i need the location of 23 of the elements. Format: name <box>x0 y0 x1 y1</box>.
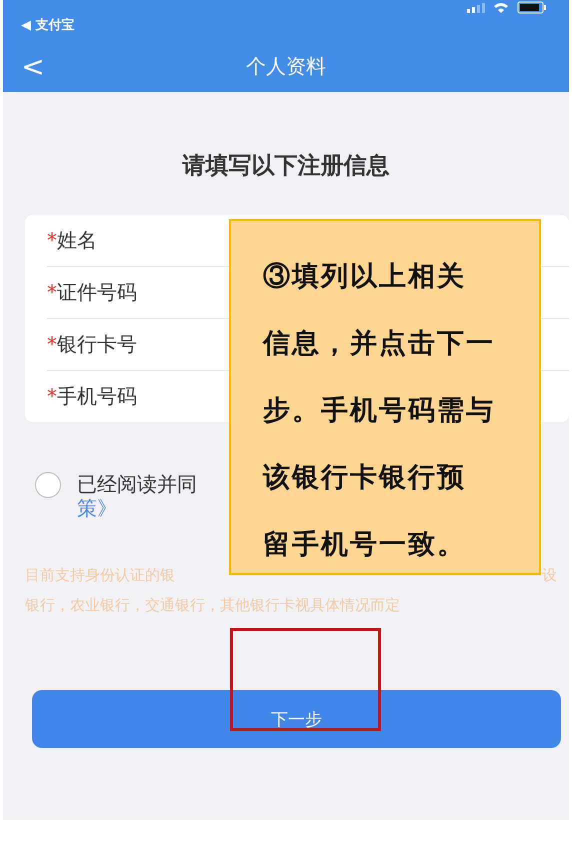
back-to-app-link[interactable]: ◀ 支付宝 <box>21 16 75 34</box>
agreement-text: 已经阅读并同 <box>77 472 197 496</box>
callout-text: 该银行卡银行预 <box>263 461 467 495</box>
policy-link[interactable]: 策》 <box>77 496 117 520</box>
callout-text: ③填列以上相关 <box>263 260 467 294</box>
field-label: *手机号码 <box>47 383 138 410</box>
back-button[interactable]: < <box>21 50 45 82</box>
next-step-button[interactable]: 下一步 <box>32 690 561 748</box>
notice-text: 设 <box>542 565 557 586</box>
wifi-icon <box>493 2 509 14</box>
callout-text: 留手机号一致。 <box>263 528 467 562</box>
form-heading: 请填写以下注册信息 <box>181 152 390 181</box>
callout-text: 信息，并点击下一 <box>263 327 496 361</box>
field-label: *证件号码 <box>47 279 138 306</box>
notice-text: 银行，农业银行，交通银行，其他银行卡视具体情况而定 <box>25 595 401 616</box>
signal-icon <box>467 2 485 12</box>
field-label: *银行卡号 <box>47 331 138 358</box>
notice-text: 目前支持身份认证的银 <box>25 565 175 586</box>
callout-text: 步。手机号码需与 <box>263 394 496 428</box>
field-label: *姓名 <box>47 227 98 254</box>
agreement-radio[interactable] <box>35 472 61 498</box>
battery-icon <box>517 1 547 14</box>
page-title: 个人资料 <box>246 52 326 80</box>
